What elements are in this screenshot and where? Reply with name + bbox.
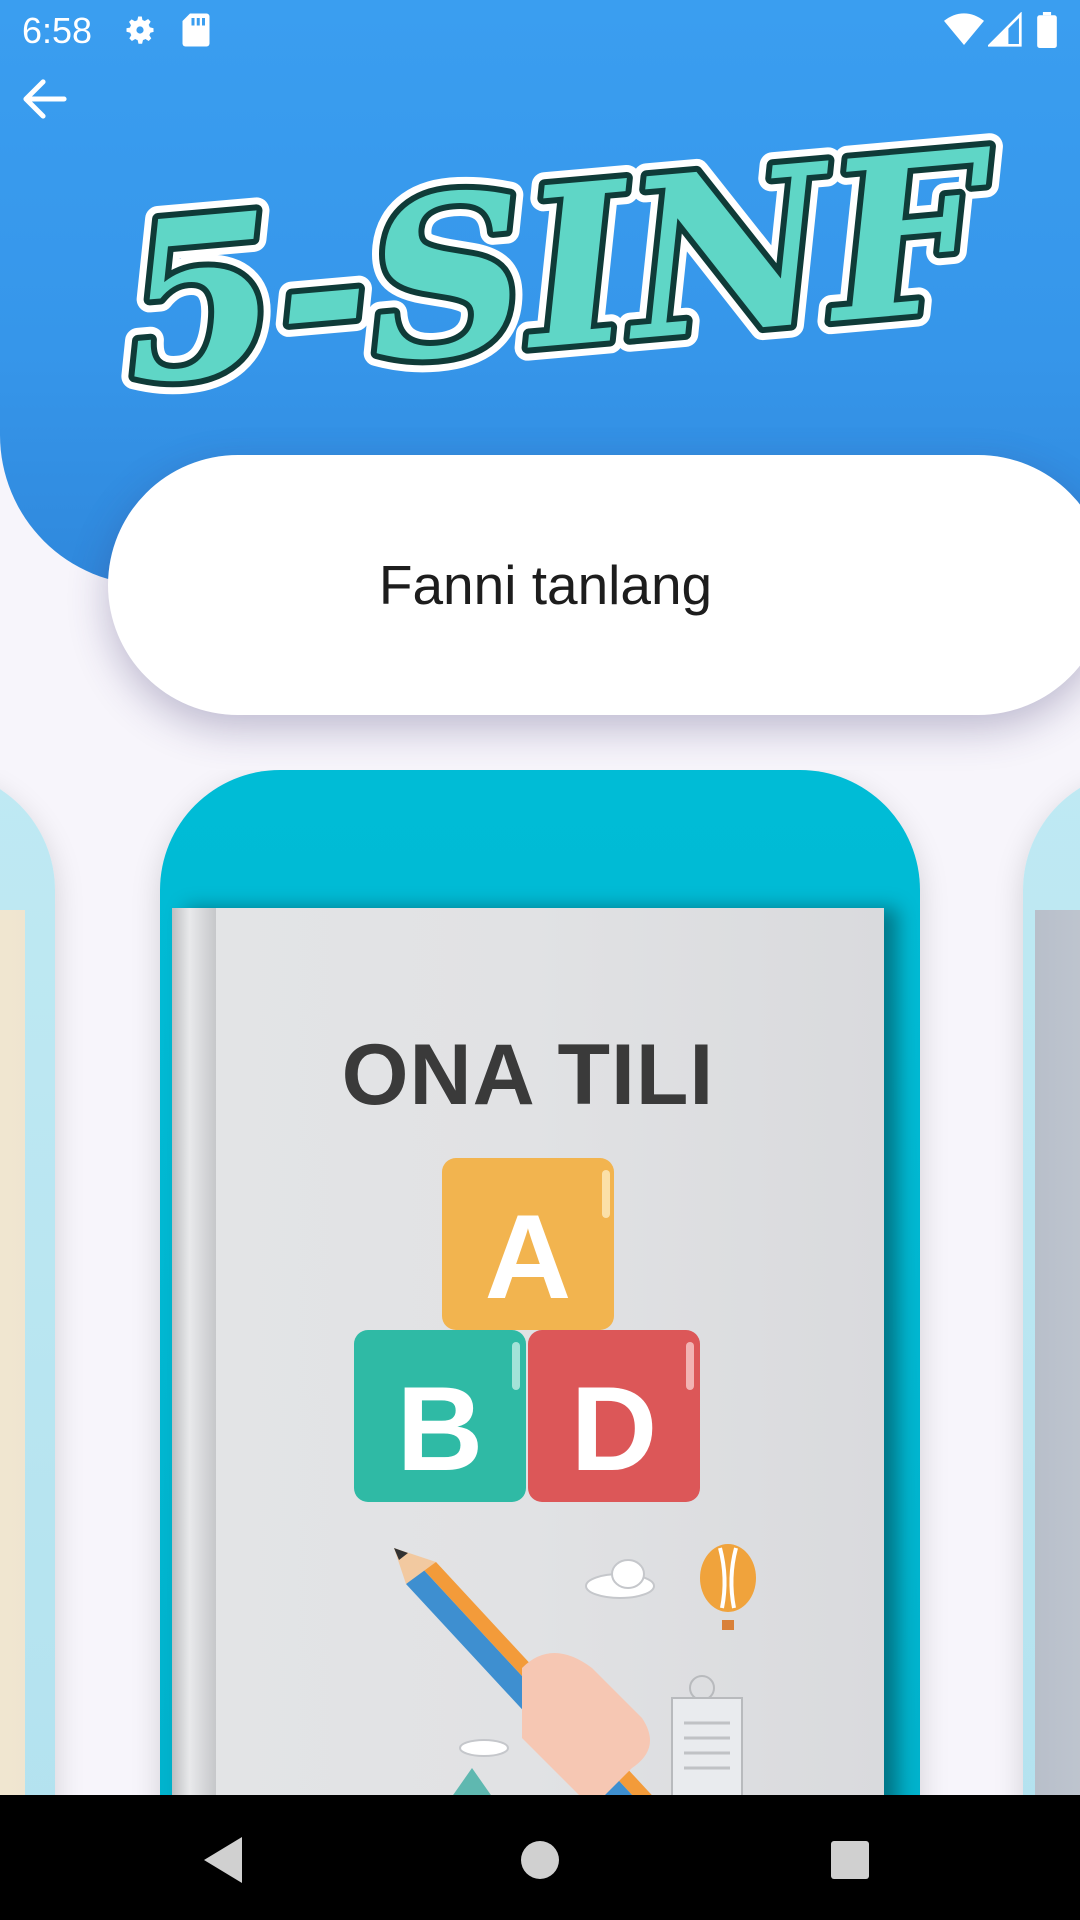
small-circle-icon — [689, 1675, 715, 1701]
subject-card-previous[interactable] — [0, 770, 55, 1795]
balloon-icon — [700, 1544, 756, 1630]
block-d: D — [528, 1330, 700, 1502]
logo-text: 5-SINF — [113, 110, 1009, 434]
status-bar: 6:58 — [0, 0, 1080, 63]
book-cover — [1035, 910, 1080, 1795]
subject-card-ona-tili[interactable]: ONA TILI A B D — [160, 770, 920, 1795]
grade-logo: 5-SINF 5-SINF 5-SINF — [40, 87, 1070, 447]
book-cover — [0, 910, 25, 1795]
back-triangle-icon — [204, 1837, 242, 1883]
home-circle-icon — [521, 1841, 559, 1879]
status-time: 6:58 — [22, 10, 93, 51]
title-pill: Fanni tanlang — [108, 455, 1080, 715]
recents-square-icon — [831, 1841, 869, 1879]
subject-card-next[interactable] — [1023, 770, 1080, 1795]
block-a: A — [442, 1158, 614, 1330]
block-b: B — [354, 1330, 526, 1502]
nav-home-button[interactable] — [505, 1825, 575, 1895]
signal-icon — [986, 11, 1022, 57]
sd-card-icon — [180, 12, 212, 57]
svg-text:B: B — [397, 1362, 484, 1496]
subject-carousel[interactable]: ONA TILI A B D — [0, 770, 1080, 1795]
svg-text:D: D — [571, 1362, 658, 1496]
paper-icon — [671, 1697, 743, 1795]
svg-text:A: A — [485, 1190, 572, 1324]
nav-recents-button[interactable] — [815, 1825, 885, 1895]
book-cover: ONA TILI A B D — [172, 908, 884, 1795]
page-title: Fanni tanlang — [378, 554, 713, 616]
wifi-icon — [944, 12, 984, 57]
gear-icon — [122, 12, 158, 57]
battery-icon — [1036, 12, 1058, 57]
triangle-shape — [453, 1768, 491, 1795]
navigation-bar — [0, 1795, 1080, 1920]
book-illustration: A B D — [354, 1158, 756, 1795]
nav-back-button[interactable] — [190, 1825, 260, 1895]
